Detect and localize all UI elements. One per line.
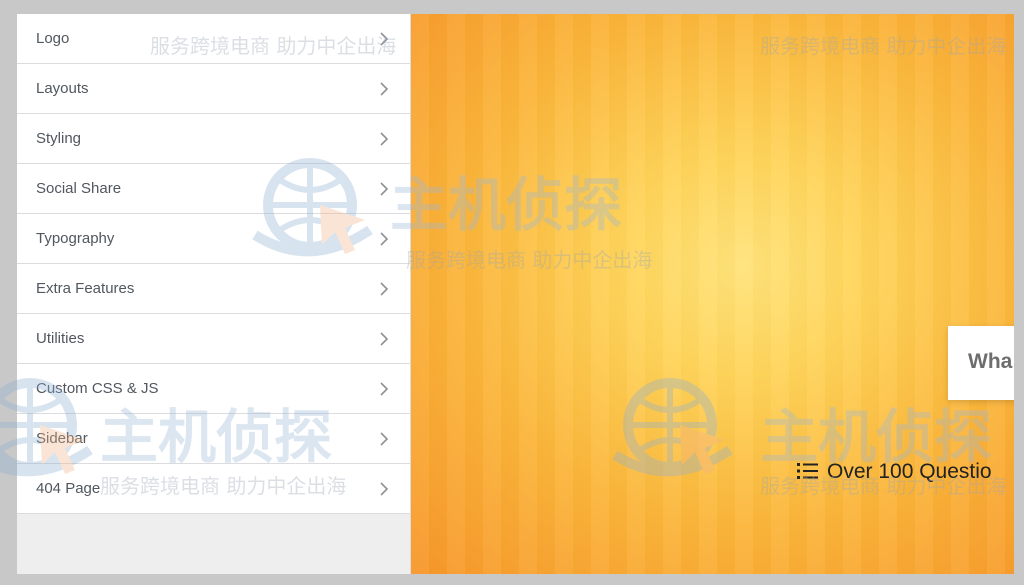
chevron-right-icon xyxy=(380,332,389,346)
customizer-menu-list: Logo Layouts Styling Social Share Typogr… xyxy=(17,14,410,514)
menu-item-label: Utilities xyxy=(36,330,85,347)
menu-item-label: Styling xyxy=(36,130,82,147)
menu-item-label: Extra Features xyxy=(36,280,135,297)
chevron-right-icon xyxy=(380,182,389,196)
menu-item-layouts[interactable]: Layouts xyxy=(17,64,410,114)
chevron-right-icon xyxy=(380,132,389,146)
menu-item-extra-features[interactable]: Extra Features xyxy=(17,264,410,314)
menu-item-custom-css-js[interactable]: Custom CSS & JS xyxy=(17,364,410,414)
chevron-right-icon xyxy=(380,232,389,246)
chevron-right-icon xyxy=(380,282,389,296)
menu-item-utilities[interactable]: Utilities xyxy=(17,314,410,364)
search-box[interactable]: Wha xyxy=(948,326,1014,400)
list-icon xyxy=(797,463,818,479)
menu-item-label: Typography xyxy=(36,230,115,247)
menu-item-social-share[interactable]: Social Share xyxy=(17,164,410,214)
menu-item-label: Layouts xyxy=(36,80,89,97)
menu-item-sidebar[interactable]: Sidebar xyxy=(17,414,410,464)
questions-count-text: Over 100 Questio xyxy=(827,460,992,483)
menu-item-logo[interactable]: Logo xyxy=(17,14,410,64)
menu-item-label: Social Share xyxy=(36,180,122,197)
chevron-right-icon xyxy=(380,32,389,46)
sidebar-footer xyxy=(17,522,410,574)
chevron-right-icon xyxy=(380,382,389,396)
customizer-screen: Logo Layouts Styling Social Share Typogr… xyxy=(17,14,1014,574)
menu-item-label: Logo xyxy=(36,30,70,47)
chevron-right-icon xyxy=(380,432,389,446)
menu-item-typography[interactable]: Typography xyxy=(17,214,410,264)
chevron-right-icon xyxy=(380,482,389,496)
menu-item-styling[interactable]: Styling xyxy=(17,114,410,164)
menu-item-label: Custom CSS & JS xyxy=(36,380,159,397)
search-box-text: Wha xyxy=(968,350,1013,373)
site-preview: Wha Over 100 Questio xyxy=(411,14,1014,574)
menu-item-404-page[interactable]: 404 Page xyxy=(17,464,410,514)
menu-item-label: 404 Page xyxy=(36,480,101,497)
menu-item-label: Sidebar xyxy=(36,430,88,447)
screenshot-frame: Logo Layouts Styling Social Share Typogr… xyxy=(0,0,1024,585)
questions-count-line: Over 100 Questio xyxy=(797,460,992,486)
customizer-sidebar: Logo Layouts Styling Social Share Typogr… xyxy=(17,14,411,574)
chevron-right-icon xyxy=(380,82,389,96)
